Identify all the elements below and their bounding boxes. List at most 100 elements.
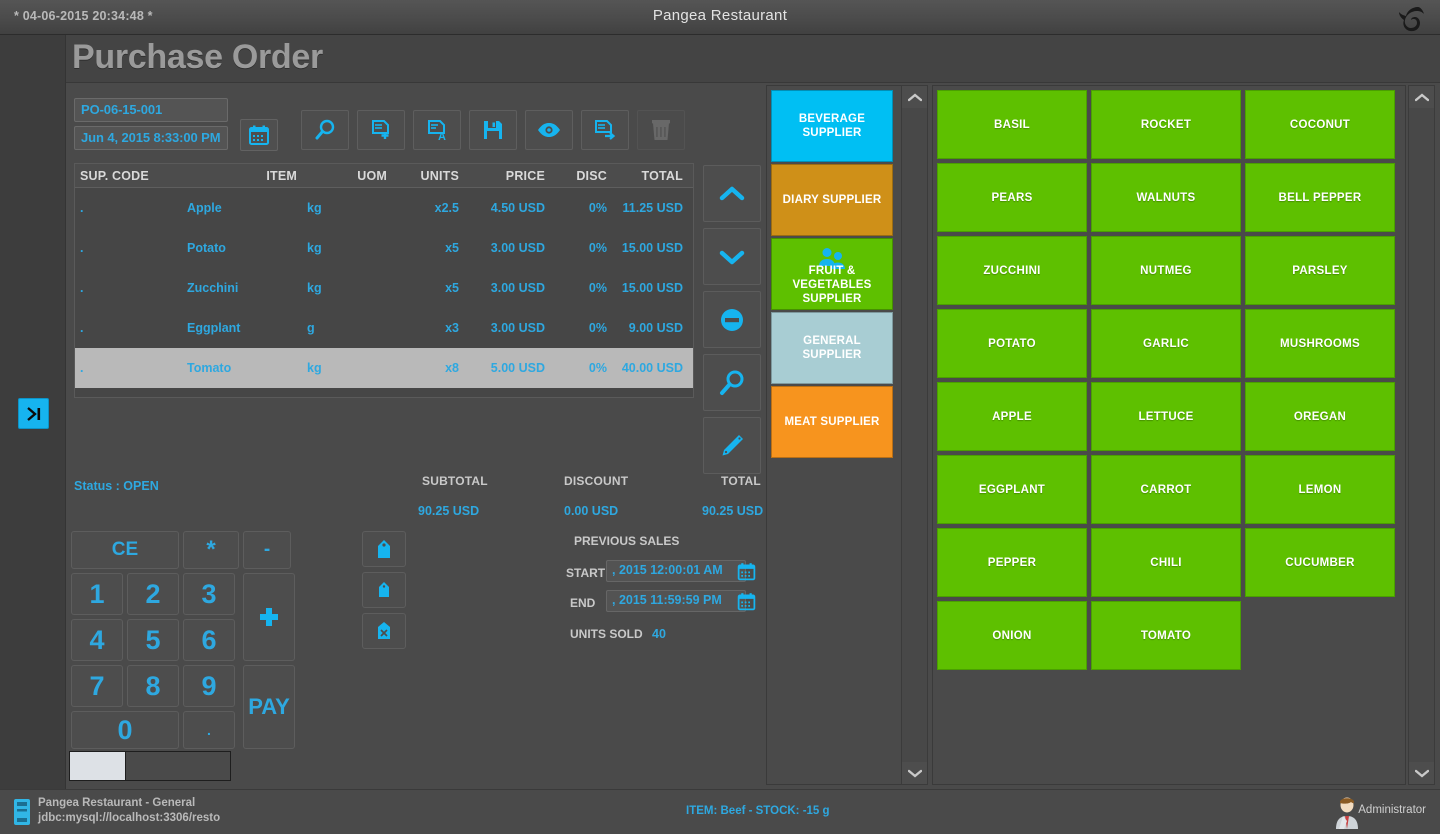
product-button[interactable]: ZUCCHINI (937, 236, 1087, 305)
cell-total: 40.00 USD (621, 361, 683, 375)
supplier-button[interactable]: GENERAL SUPPLIER (771, 312, 893, 384)
product-button[interactable]: PARSLEY (1245, 236, 1395, 305)
key-plus[interactable] (243, 573, 295, 661)
cell-units: x2.5 (434, 201, 459, 215)
table-row[interactable]: . Potato kg x5 3.00 USD 0% 15.00 USD (75, 228, 693, 268)
order-toolbar: A (301, 110, 685, 150)
po-code-input[interactable]: PO-06-15-001 (74, 98, 228, 122)
product-button[interactable]: GARLIC (1091, 309, 1241, 378)
key-dot[interactable]: . (183, 711, 235, 749)
key-clear[interactable]: CE (71, 531, 179, 569)
product-button[interactable]: BASIL (937, 90, 1087, 159)
product-button[interactable]: APPLE (937, 382, 1087, 451)
product-button[interactable]: LEMON (1245, 455, 1395, 524)
remove-line-button[interactable] (703, 291, 761, 348)
key-pay[interactable]: PAY (243, 665, 295, 749)
product-button[interactable]: NUTMEG (1091, 236, 1241, 305)
key-2[interactable]: 2 (127, 573, 179, 615)
rename-order-button[interactable]: A (413, 110, 461, 150)
table-row[interactable]: . Eggplant g x3 3.00 USD 0% 9.00 USD (75, 308, 693, 348)
product-button[interactable]: ONION (937, 601, 1087, 670)
search-line-button[interactable] (703, 354, 761, 411)
new-order-button[interactable] (357, 110, 405, 150)
key-9[interactable]: 9 (183, 665, 235, 707)
start-date-calendar-icon[interactable] (734, 560, 758, 582)
key-6[interactable]: 6 (183, 619, 235, 661)
product-button[interactable]: PEPPER (937, 528, 1087, 597)
products-scrollbar[interactable] (1408, 85, 1435, 785)
suppliers-scrollbar[interactable] (901, 85, 928, 785)
key-8[interactable]: 8 (127, 665, 179, 707)
progress-input-field[interactable] (69, 751, 231, 781)
preview-order-button[interactable] (525, 110, 573, 150)
start-date-input[interactable]: , 2015 12:00:01 AM (606, 560, 746, 582)
suppliers-scroll-down-icon[interactable] (902, 762, 927, 784)
po-date-input[interactable]: Jun 4, 2015 8:33:00 PM (74, 126, 228, 150)
search-order-button[interactable] (301, 110, 349, 150)
order-items-table: SUP. CODE ITEM UOM UNITS PRICE DISC TOTA… (74, 163, 694, 398)
key-5[interactable]: 5 (127, 619, 179, 661)
key-7[interactable]: 7 (71, 665, 123, 707)
products-scroll-down-icon[interactable] (1409, 762, 1434, 784)
supplier-button[interactable]: DIARY SUPPLIER (771, 164, 893, 236)
product-button[interactable]: MUSHROOMS (1245, 309, 1395, 378)
end-date-input[interactable]: , 2015 11:59:59 PM (606, 590, 746, 612)
save-order-button[interactable] (469, 110, 517, 150)
supplier-label: MEAT SUPPLIER (784, 416, 880, 428)
order-status-label: Status : OPEN (74, 479, 159, 493)
product-button[interactable]: ROCKET (1091, 90, 1241, 159)
cell-price: 3.00 USD (490, 241, 545, 255)
supplier-button[interactable]: MEAT SUPPLIER (771, 386, 893, 458)
products-scroll-up-icon[interactable] (1409, 86, 1434, 108)
supplier-button[interactable]: FRUIT & VEGETABLES SUPPLIER (771, 238, 893, 310)
move-up-button[interactable] (703, 165, 761, 222)
move-down-button[interactable] (703, 228, 761, 285)
product-button[interactable]: PEARS (937, 163, 1087, 232)
key-minus[interactable]: - (243, 531, 291, 569)
product-button[interactable]: CUCUMBER (1245, 528, 1395, 597)
table-row[interactable]: . Zucchini kg x5 3.00 USD 0% 15.00 USD (75, 268, 693, 308)
export-order-button[interactable] (581, 110, 629, 150)
suppliers-scroll-up-icon[interactable] (902, 86, 927, 108)
supplier-button[interactable]: BEVERAGE SUPPLIER (771, 90, 893, 162)
title-bar: * 04-06-2015 20:34:48 * Pangea Restauran… (0, 0, 1440, 35)
key-star[interactable]: * (183, 531, 239, 569)
calendar-icon[interactable] (240, 119, 278, 151)
subtotal-label: SUBTOTAL (422, 474, 488, 488)
small-tag-button[interactable] (362, 572, 406, 608)
table-row[interactable]: . Apple kg x2.5 4.50 USD 0% 11.25 USD (75, 188, 693, 228)
cell-item: Potato (187, 241, 226, 255)
database-name: Pangea Restaurant - General (38, 797, 196, 809)
product-button[interactable]: TOMATO (1091, 601, 1241, 670)
total-value: 90.25 USD (702, 504, 764, 518)
price-tag-button[interactable] (362, 531, 406, 567)
product-button[interactable]: WALNUTS (1091, 163, 1241, 232)
cell-uom: kg (307, 201, 322, 215)
product-button[interactable]: EGGPLANT (937, 455, 1087, 524)
product-button[interactable]: BELL PEPPER (1245, 163, 1395, 232)
product-button[interactable]: OREGAN (1245, 382, 1395, 451)
key-0[interactable]: 0 (71, 711, 179, 749)
expand-panel-icon[interactable] (18, 398, 49, 429)
key-4[interactable]: 4 (71, 619, 123, 661)
product-button[interactable]: POTATO (937, 309, 1087, 378)
product-button[interactable]: CHILI (1091, 528, 1241, 597)
cell-total: 15.00 USD (621, 241, 683, 255)
product-button[interactable]: CARROT (1091, 455, 1241, 524)
application-window: * 04-06-2015 20:34:48 * Pangea Restauran… (0, 0, 1440, 834)
key-3[interactable]: 3 (183, 573, 235, 615)
supplier-label: GENERAL SUPPLIER (802, 335, 862, 361)
column-header-total: TOTAL (641, 168, 683, 183)
cell-item: Zucchini (187, 281, 239, 295)
edit-line-button[interactable] (703, 417, 761, 474)
cancel-tag-button[interactable] (362, 613, 406, 649)
cell-uom: kg (307, 241, 322, 255)
key-1[interactable]: 1 (71, 573, 123, 615)
table-row[interactable]: . Tomato kg x8 5.00 USD 0% 40.00 USD (75, 348, 693, 388)
product-button[interactable]: LETTUCE (1091, 382, 1241, 451)
end-date-calendar-icon[interactable] (734, 590, 758, 612)
products-grid: BASIL ROCKET COCONUT PEARS WALNUTS BELL PEPPE… (937, 90, 1399, 670)
cell-disc: 0% (588, 281, 607, 295)
delete-order-button[interactable] (637, 110, 685, 150)
product-button[interactable]: COCONUT (1245, 90, 1395, 159)
